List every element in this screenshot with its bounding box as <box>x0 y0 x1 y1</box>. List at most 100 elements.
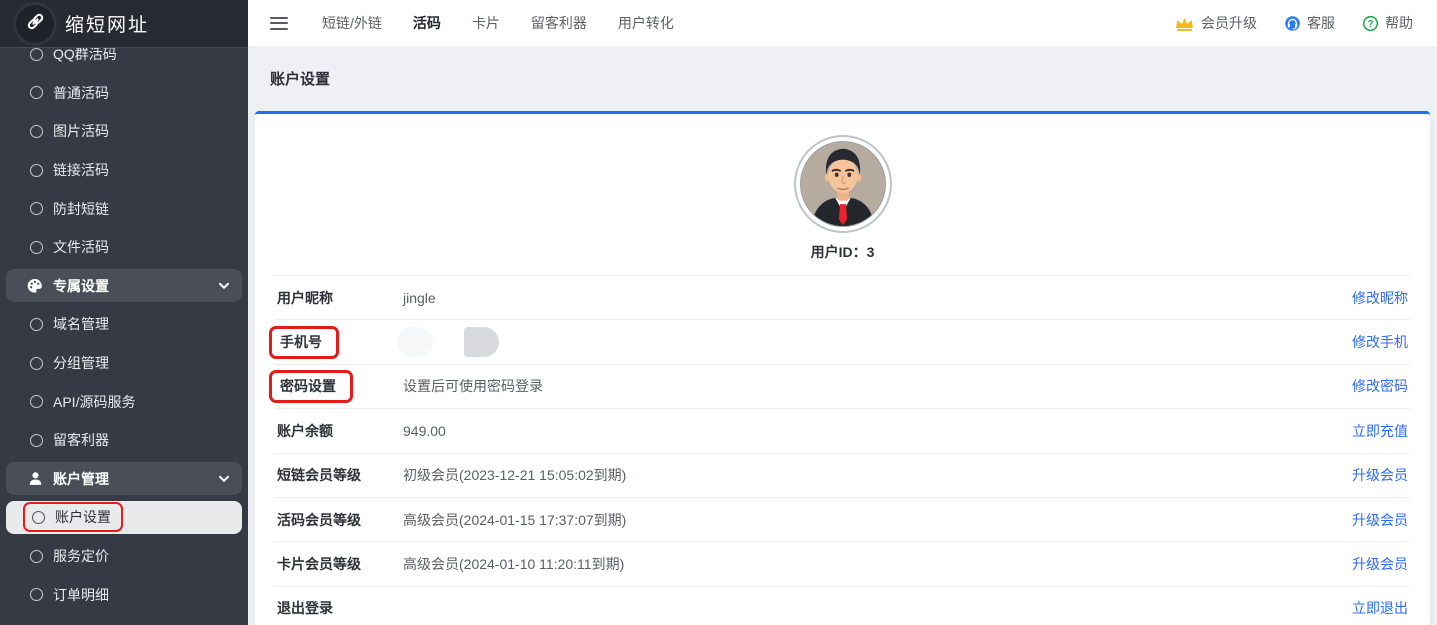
hamburger-menu-icon[interactable] <box>270 17 288 30</box>
sidebar-item-label: 文件活码 <box>53 237 109 257</box>
topbar-action-label: 帮助 <box>1385 13 1413 33</box>
user-id: 用户ID：3 <box>275 242 1410 262</box>
settings-row-2: 密码设置设置后可使用密码登录修改密码 <box>275 365 1410 409</box>
sidebar-item-3[interactable]: 链接活码 <box>0 151 248 190</box>
tab-2[interactable]: 卡片 <box>472 9 500 37</box>
account-rows: 用户昵称jingle修改昵称手机号修改手机密码设置设置后可使用密码登录修改密码账… <box>275 275 1410 625</box>
row-action-link[interactable]: 修改昵称 <box>1352 288 1408 308</box>
sidebar-logo: 缩短网址 <box>0 0 248 48</box>
topbar-tabs: 短链/外链 活码 卡片 留客利器 用户转化 <box>322 9 674 37</box>
circle-bullet-icon <box>30 125 43 138</box>
topbar-action-0[interactable]: 会员升级 <box>1174 13 1257 33</box>
annotation-red-box: 手机号 <box>269 326 339 359</box>
sidebar-item-label: 服务定价 <box>53 546 109 566</box>
circle-bullet-icon <box>30 241 43 254</box>
circle-bullet-icon <box>30 588 43 601</box>
circle-bullet-icon <box>30 318 43 331</box>
row-label: 密码设置 <box>277 370 403 403</box>
user-id-label: 用户ID： <box>811 244 867 260</box>
row-value: 高级会员(2024-01-15 17:37:07到期) <box>403 510 1352 530</box>
redacted-phone-blob <box>397 327 433 357</box>
sidebar-item-2[interactable]: 图片活码 <box>0 112 248 151</box>
row-action-link[interactable]: 升级会员 <box>1352 510 1408 530</box>
sidebar-item-10[interactable]: 留客利器 <box>0 421 248 460</box>
sidebar-item-label: 链接活码 <box>53 160 109 180</box>
account-settings-card: 用户ID：3 用户昵称jingle修改昵称手机号修改手机密码设置设置后可使用密码… <box>255 111 1430 625</box>
circle-bullet-icon <box>30 48 43 61</box>
sidebar-item-label: 订单明细 <box>53 585 109 605</box>
row-label: 退出登录 <box>277 598 403 618</box>
row-label: 短链会员等级 <box>277 465 403 485</box>
tab-4[interactable]: 用户转化 <box>618 9 674 37</box>
row-value: jingle <box>403 290 1352 306</box>
tab-1[interactable]: 活码 <box>413 9 441 37</box>
annotation-red-box: 账户设置 <box>23 502 123 532</box>
sidebar-item-label: 专属设置 <box>53 276 109 296</box>
redacted-phone-blob <box>464 327 499 357</box>
user-id-value: 3 <box>867 244 875 260</box>
sidebar-item-label: API/源码服务 <box>53 392 135 412</box>
circle-bullet-icon <box>30 86 43 99</box>
sidebar-item-label: 账户设置 <box>55 507 111 527</box>
sidebar-item-label: 防封短链 <box>53 199 109 219</box>
sidebar-item-14[interactable]: 订单明细 <box>0 575 248 614</box>
row-action-link[interactable]: 升级会员 <box>1352 465 1408 485</box>
tab-3[interactable]: 留客利器 <box>531 9 587 37</box>
circle-bullet-icon <box>30 164 43 177</box>
row-action-link[interactable]: 升级会员 <box>1352 554 1408 574</box>
row-action-link[interactable]: 立即退出 <box>1352 598 1408 618</box>
topbar-action-2[interactable]: ?帮助 <box>1362 13 1413 33</box>
sidebar-section-11[interactable]: 账户管理 <box>0 460 248 499</box>
palette-icon <box>26 277 44 295</box>
circle-bullet-icon <box>30 550 43 563</box>
sidebar-item-7[interactable]: 域名管理 <box>0 305 248 344</box>
sidebar-item-9[interactable]: API/源码服务 <box>0 382 248 421</box>
settings-row-6: 卡片会员等级高级会员(2024-01-10 11:20:11到期)升级会员 <box>275 542 1410 586</box>
sidebar-item-1[interactable]: 普通活码 <box>0 74 248 113</box>
row-label: 账户余额 <box>277 421 403 441</box>
row-action-link[interactable]: 修改密码 <box>1352 376 1408 396</box>
topbar-action-label: 客服 <box>1307 13 1335 33</box>
user-icon <box>26 470 44 488</box>
settings-row-7: 退出登录 立即退出 <box>275 587 1410 625</box>
avatar-illustration <box>801 142 885 226</box>
row-value <box>403 327 1352 357</box>
row-label: 用户昵称 <box>277 288 403 308</box>
sidebar-item-5[interactable]: 文件活码 <box>0 228 248 267</box>
app-title: 缩短网址 <box>65 10 149 37</box>
sidebar-item-8[interactable]: 分组管理 <box>0 344 248 383</box>
sidebar-item-label: 普通活码 <box>53 83 109 103</box>
settings-row-0: 用户昵称jingle修改昵称 <box>275 276 1410 320</box>
annotation-red-box: 密码设置 <box>269 370 353 403</box>
avatar <box>800 141 886 227</box>
row-value: 949.00 <box>403 423 1352 439</box>
row-value: 设置后可使用密码登录 <box>403 376 1352 396</box>
sidebar-item-label: 图片活码 <box>53 121 109 141</box>
sidebar-section-6[interactable]: 专属设置 <box>0 267 248 306</box>
avatar-ring[interactable] <box>794 135 892 233</box>
circle-bullet-icon <box>30 357 43 370</box>
row-label: 卡片会员等级 <box>277 554 403 574</box>
topbar-action-1[interactable]: 客服 <box>1284 13 1335 33</box>
row-action-link[interactable]: 立即充值 <box>1352 421 1408 441</box>
row-value: 高级会员(2024-01-10 11:20:11到期) <box>403 554 1352 574</box>
settings-row-4: 短链会员等级初级会员(2023-12-21 15:05:02到期)升级会员 <box>275 454 1410 498</box>
chevron-down-icon <box>218 475 230 483</box>
sidebar: 缩短网址 QQ群活码普通活码图片活码链接活码防封短链文件活码专属设置域名管理分组… <box>0 0 248 625</box>
sidebar-item-12[interactable]: 账户设置 <box>0 498 248 537</box>
tab-0[interactable]: 短链/外链 <box>322 9 382 37</box>
row-action-link[interactable]: 修改手机 <box>1352 332 1408 352</box>
sidebar-item-label: 留客利器 <box>53 430 109 450</box>
sidebar-item-13[interactable]: 服务定价 <box>0 537 248 576</box>
sidebar-item-label: 账户管理 <box>53 469 109 489</box>
settings-row-3: 账户余额949.00立即充值 <box>275 409 1410 453</box>
settings-row-1: 手机号 修改手机 <box>275 320 1410 364</box>
row-label: 手机号 <box>277 326 403 359</box>
circle-bullet-icon <box>30 202 43 215</box>
settings-row-5: 活码会员等级高级会员(2024-01-15 17:37:07到期)升级会员 <box>275 498 1410 542</box>
topbar: 短链/外链 活码 卡片 留客利器 用户转化 会员升级 客服 ?帮助 <box>248 0 1437 46</box>
row-label: 活码会员等级 <box>277 510 403 530</box>
topbar-action-label: 会员升级 <box>1201 13 1257 33</box>
sidebar-item-4[interactable]: 防封短链 <box>0 189 248 228</box>
sidebar-item-label: 域名管理 <box>53 314 109 334</box>
